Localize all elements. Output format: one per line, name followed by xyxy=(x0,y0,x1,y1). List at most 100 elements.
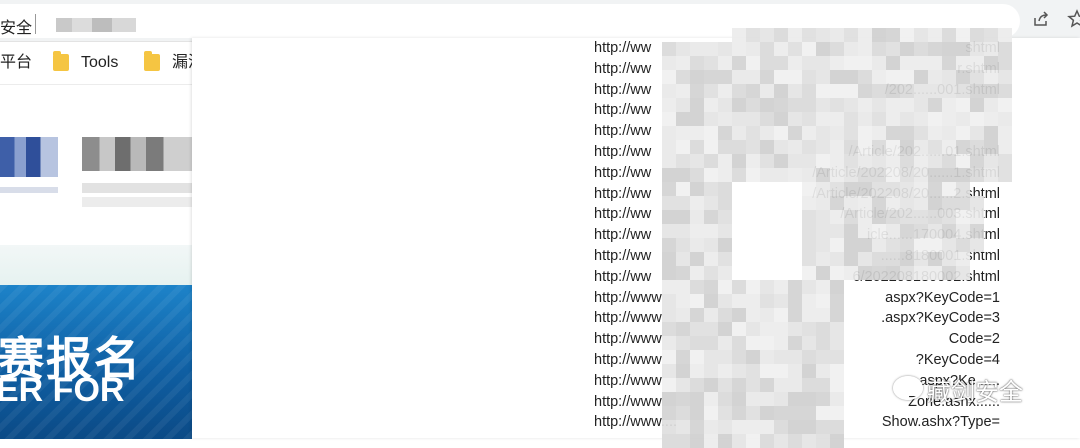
url-prefix: http://ww xyxy=(594,123,652,140)
mosaic-tile xyxy=(886,252,900,266)
mosaic-tile xyxy=(830,70,844,84)
mosaic-tile xyxy=(816,42,830,56)
mosaic-tile xyxy=(788,98,802,112)
mosaic-tile xyxy=(662,210,676,224)
mosaic-tile xyxy=(690,112,704,126)
mosaic-tile xyxy=(830,266,844,280)
mosaic-tile xyxy=(662,434,676,448)
bookmark-platform[interactable]: 平台 xyxy=(0,52,32,74)
mosaic-tile xyxy=(858,70,872,84)
mosaic-tile xyxy=(830,168,844,182)
mosaic-tile xyxy=(816,210,830,224)
mosaic-tile xyxy=(942,126,956,140)
mosaic-tile xyxy=(704,56,718,70)
mosaic-tile xyxy=(774,294,788,308)
mosaic-tile xyxy=(956,84,970,98)
mosaic-tile xyxy=(928,196,942,210)
mosaic-tile xyxy=(788,70,802,84)
mosaic-tile xyxy=(676,322,690,336)
mosaic-tile xyxy=(662,224,676,238)
mosaic-tile xyxy=(984,126,998,140)
mosaic-tile xyxy=(662,84,676,98)
mosaic-tile xyxy=(928,28,942,42)
star-icon[interactable] xyxy=(1066,9,1080,31)
mosaic-tile xyxy=(872,224,886,238)
mosaic-tile xyxy=(956,168,970,182)
mosaic-tile xyxy=(718,280,732,294)
mosaic-tile xyxy=(704,196,718,210)
mosaic-tile xyxy=(662,364,676,378)
mosaic-tile xyxy=(732,84,746,98)
mosaic-tile xyxy=(942,196,956,210)
share-icon[interactable] xyxy=(1030,9,1052,31)
mosaic-tile xyxy=(858,210,872,224)
mosaic-tile xyxy=(676,434,690,448)
mosaic-tile xyxy=(956,140,970,154)
mosaic-tile xyxy=(830,154,844,168)
mosaic-tile xyxy=(746,154,760,168)
mosaic-tile xyxy=(704,350,718,364)
mosaic-tile xyxy=(662,322,676,336)
mosaic-tile xyxy=(858,224,872,238)
mosaic-tile xyxy=(886,196,900,210)
mosaic-tile xyxy=(676,210,690,224)
mosaic-tile xyxy=(690,84,704,98)
mosaic-tile xyxy=(788,420,802,434)
url-prefix: http://www xyxy=(594,372,662,389)
mosaic-tile xyxy=(802,434,816,448)
mosaic-tile xyxy=(816,336,830,350)
url-prefix: http://ww xyxy=(594,268,652,285)
mosaic-tile xyxy=(788,126,802,140)
mosaic-tile xyxy=(788,378,802,392)
mosaic-tile xyxy=(732,350,746,364)
mosaic-tile xyxy=(788,28,802,42)
promo-banner[interactable]: 赛报名 ER FOR xyxy=(0,285,192,439)
mosaic-tile xyxy=(802,42,816,56)
mosaic-tile xyxy=(886,266,900,280)
mosaic-tile xyxy=(816,112,830,126)
mosaic-tile xyxy=(690,126,704,140)
mosaic-tile xyxy=(914,70,928,84)
mosaic-tile xyxy=(816,224,830,238)
url-prefix: http://ww xyxy=(594,164,652,181)
mosaic-tile xyxy=(900,168,914,182)
mosaic-tile xyxy=(816,392,830,406)
mosaic-tile xyxy=(746,126,760,140)
mosaic-tile xyxy=(788,42,802,56)
mosaic-tile xyxy=(830,56,844,70)
site-logo xyxy=(0,137,58,177)
mosaic-tile xyxy=(704,378,718,392)
mosaic-tile xyxy=(788,392,802,406)
mosaic-tile xyxy=(732,336,746,350)
mosaic-tile xyxy=(662,420,676,434)
mosaic-tile xyxy=(662,378,676,392)
mosaic-tile xyxy=(872,266,886,280)
mosaic-tile xyxy=(942,56,956,70)
mosaic-tile xyxy=(956,266,970,280)
mosaic-tile xyxy=(704,322,718,336)
mosaic-tile xyxy=(886,56,900,70)
mosaic-tile xyxy=(914,210,928,224)
mosaic-tile xyxy=(746,98,760,112)
url-prefix: http://ww xyxy=(594,185,652,202)
mosaic-tile xyxy=(690,350,704,364)
mosaic-tile xyxy=(774,98,788,112)
mosaic-tile xyxy=(872,112,886,126)
bookmark-tools[interactable]: Tools xyxy=(81,52,118,74)
mosaic-tile xyxy=(774,280,788,294)
mosaic-tile xyxy=(746,378,760,392)
folder-icon xyxy=(53,51,69,71)
mosaic-tile xyxy=(830,308,844,322)
mosaic-tile xyxy=(662,238,676,252)
mosaic-tile xyxy=(942,28,956,42)
mosaic-tile xyxy=(858,154,872,168)
url-prefix: http://ww xyxy=(594,247,652,264)
mosaic-tile xyxy=(830,420,844,434)
mosaic-tile xyxy=(774,70,788,84)
mosaic-tile xyxy=(886,28,900,42)
mosaic-tile xyxy=(816,84,830,98)
mosaic-tile xyxy=(718,322,732,336)
mosaic-tile xyxy=(676,154,690,168)
mosaic-tile xyxy=(816,56,830,70)
mosaic-tile xyxy=(872,126,886,140)
